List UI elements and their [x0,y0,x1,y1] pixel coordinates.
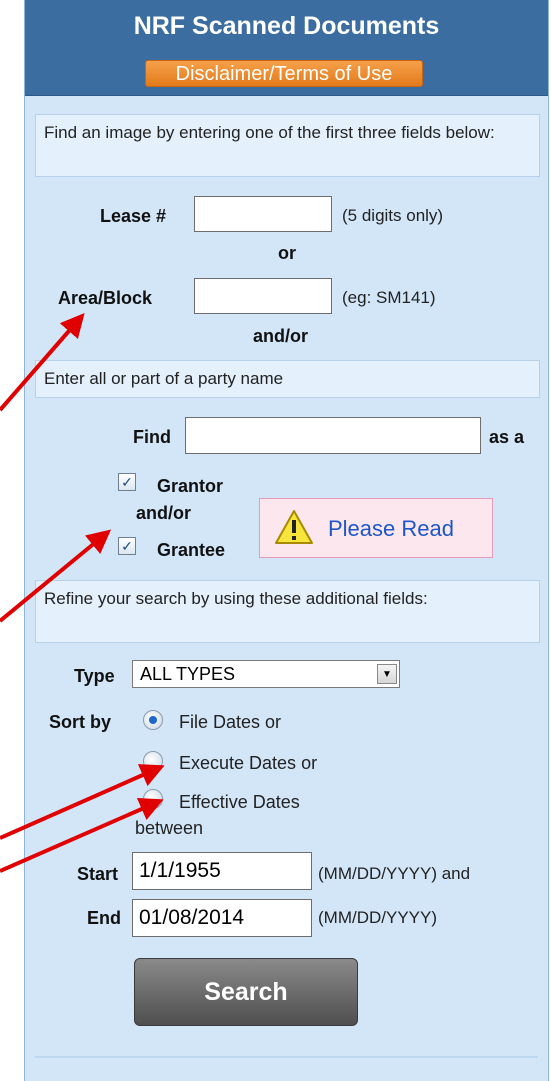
arrow-to-execute-dates [0,764,165,840]
arrow-to-area-block [0,312,85,412]
annotation-arrows [0,312,165,873]
arrow-to-grantor-grantee [0,529,112,623]
arrow-to-effective-dates [0,798,164,873]
